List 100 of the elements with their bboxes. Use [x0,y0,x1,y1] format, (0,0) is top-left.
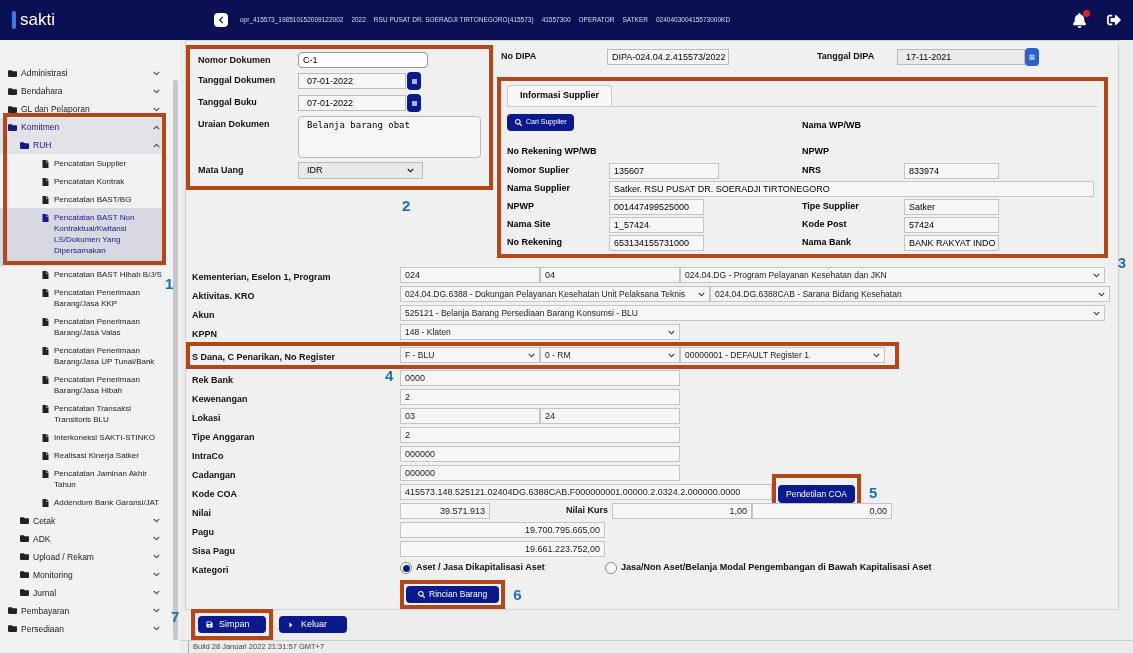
text-field[interactable]: 1_57424 [609,216,704,233]
text-field[interactable]: 653134155731000 [609,234,704,251]
field-label: Uraian Dokumen [198,118,271,131]
text-field[interactable]: 0,00 [752,503,892,519]
text-field[interactable]: DIPA-024.04.2.415573/2022 [607,49,729,65]
dropdown[interactable]: 024.04.DG.6388 - Dukungan Pelayanan Kesehatan Unit Pelaksana Teknis [400,286,710,302]
text-field[interactable]: 2 [400,427,680,443]
date-field[interactable]: 07-01-2022 [298,73,406,89]
dropdown[interactable]: 525121 - Belanja Barang Persediaan Barang Konsumsi - BLU [400,305,1105,321]
text-field[interactable]: 833974 [904,162,999,179]
sidebar-folder[interactable]: Administrasi [0,64,164,82]
save-icon [206,621,213,628]
exit-button[interactable]: Keluar [279,616,347,633]
sidebar-folder[interactable]: ADK [0,529,164,548]
chevron-down-icon [1093,309,1100,317]
chevron-down-icon [407,167,414,174]
radio-button[interactable] [400,562,412,574]
chevron-down-icon [153,607,160,614]
sidebar-folder[interactable]: Pembayaran [0,601,164,620]
sidebar-item[interactable]: Pencatatan Penerimaan Barang/Jasa UP Tunai/Bank [0,341,164,371]
folder-label: Jurnal [33,586,58,599]
text-field[interactable]: 57424 [904,216,999,233]
text-field[interactable]: 2 [400,389,680,405]
field-label: Kode COA [192,489,237,499]
sidebar-folder[interactable]: RUH [0,136,164,154]
dropdown[interactable]: IDR [298,162,423,179]
dropdown[interactable]: 148 - Klaten [400,324,680,340]
text-field[interactable]: BANK RAKYAT INDO [904,234,999,251]
tab[interactable]: Informasi Supplier [507,85,612,106]
text-field[interactable]: 001447499525000 [609,198,704,215]
field-label: Nama WP/WB [802,119,861,130]
sidebar-item[interactable]: Pencatatan Penerimaan Barang/Jasa Valas [0,312,164,342]
description-field[interactable]: Belanja barang obat [298,116,481,158]
text-field[interactable]: 03 [400,408,540,424]
item-details-button[interactable]: Rincian Barang [406,585,500,603]
document-icon [42,405,49,413]
text-field[interactable]: Satker [904,198,999,215]
field-label: No Rekening [507,235,563,249]
text-field[interactable]: 19.661.223.752,00 [400,541,605,557]
sidebar-item[interactable]: Pencatatan Jaminan Akhir Tahun [0,464,164,494]
text-field[interactable]: 24 [540,408,680,424]
save-button[interactable]: Simpan [198,616,266,633]
sidebar-item[interactable]: Pencatatan BAST Hibah B/J/S [0,265,164,284]
folder-icon [8,104,17,114]
text-field[interactable]: 000000 [400,465,680,481]
sidebar-item[interactable]: Interkoneksi SAKTI-STINKO [0,428,164,447]
scrollbar[interactable] [173,80,178,640]
back-button[interactable] [214,13,228,27]
text-field[interactable]: 415573.148.525121.02404DG.6388CAB.F000000001.00000.2.0324.2.000000.0000 [400,484,772,500]
sidebar-item[interactable]: Pencatatan Transaksi Transitoris BLU [0,399,164,429]
folder-icon [20,588,29,597]
sidebar-item[interactable]: Realisasi Kinerja Satker [0,446,164,465]
sidebar-item[interactable]: Pencatatan BAST/BG [0,190,164,208]
date-field[interactable]: 07-01-2022 [298,95,406,111]
calendar-button[interactable] [407,94,421,112]
logout-icon[interactable] [1107,13,1121,27]
text-field[interactable]: 024 [400,267,540,283]
text-field[interactable]: 39.571.913 [400,503,490,519]
folder-label: Persediaan [21,622,65,635]
text-field[interactable]: C-1 [298,52,428,68]
text-field[interactable]: 04 [540,267,680,283]
sidebar-folder[interactable]: Monitoring [0,565,164,584]
calendar-button[interactable] [407,72,421,90]
text-field[interactable]: 1,00 [612,503,752,519]
text-field[interactable]: 135607 [609,162,719,179]
detail-coa-button[interactable]: Pendetilan COA [778,485,855,504]
sidebar-item[interactable]: Addendum Bank Garansi/JAT [0,493,164,512]
text-field[interactable]: Satker. RSU PUSAT DR. SOERADJI TIRTONEGORO [609,180,1094,197]
dropdown[interactable]: F - BLU [400,347,540,363]
sidebar-folder[interactable]: Bendahara [0,82,164,100]
notification-bell-icon[interactable] [1072,12,1087,28]
sidebar-folder[interactable]: Persediaan [0,619,164,638]
field-label: Lokasi [192,413,221,423]
text-field[interactable]: 000000 [400,446,680,462]
sidebar-folder[interactable]: GL dan Pelaporan [0,100,164,118]
sidebar-folder[interactable]: Komitmen [0,118,164,136]
text-field[interactable]: 0000 [400,370,680,386]
sidebar-item[interactable]: Pencatatan BAST Non Kontraktual/Kwitansi LS/Dokumen Yang Dipersamakan [0,208,164,266]
calendar-icon [1029,54,1035,60]
folder-icon [20,516,29,525]
sidebar-item[interactable]: Pencatatan Supplier [0,154,164,172]
sidebar-folder[interactable]: Jurnal [0,583,164,602]
sidebar-folder[interactable]: Upload / Rekam [0,547,164,566]
dropdown[interactable]: 00000001 - DEFAULT Register 1 [680,347,885,363]
text-field[interactable]: 19.700.795.665,00 [400,522,605,538]
sidebar-item[interactable]: Pencatatan Kontrak [0,172,164,190]
folder-label: Administrasi [21,67,69,79]
sidebar-folder[interactable]: Cetak [0,511,164,530]
dropdown[interactable]: 0 - RM [540,347,680,363]
sidebar-item[interactable]: Pencatatan Penerimaan Barang/Jasa KKP [0,283,164,313]
calendar-button[interactable] [1025,48,1039,66]
folder-label: ADK [33,532,52,545]
sidebar-item[interactable]: Pencatatan Penerimaan Barang/Jasa Hibah [0,370,164,400]
app-logo: sakti [20,9,55,32]
dropdown[interactable]: 024.04.DG - Program Pelayanan Kesehatan dan JKN [680,267,1105,283]
field-label: Nomor Suplier [507,163,570,177]
chevron-down-icon [668,351,675,359]
dropdown[interactable]: 024.04.DG.6388CAB - Sarana Bidang Kesehatan [710,286,1110,302]
radio-button[interactable] [605,562,617,574]
date-field[interactable]: 17-11-2021 [897,49,1025,65]
